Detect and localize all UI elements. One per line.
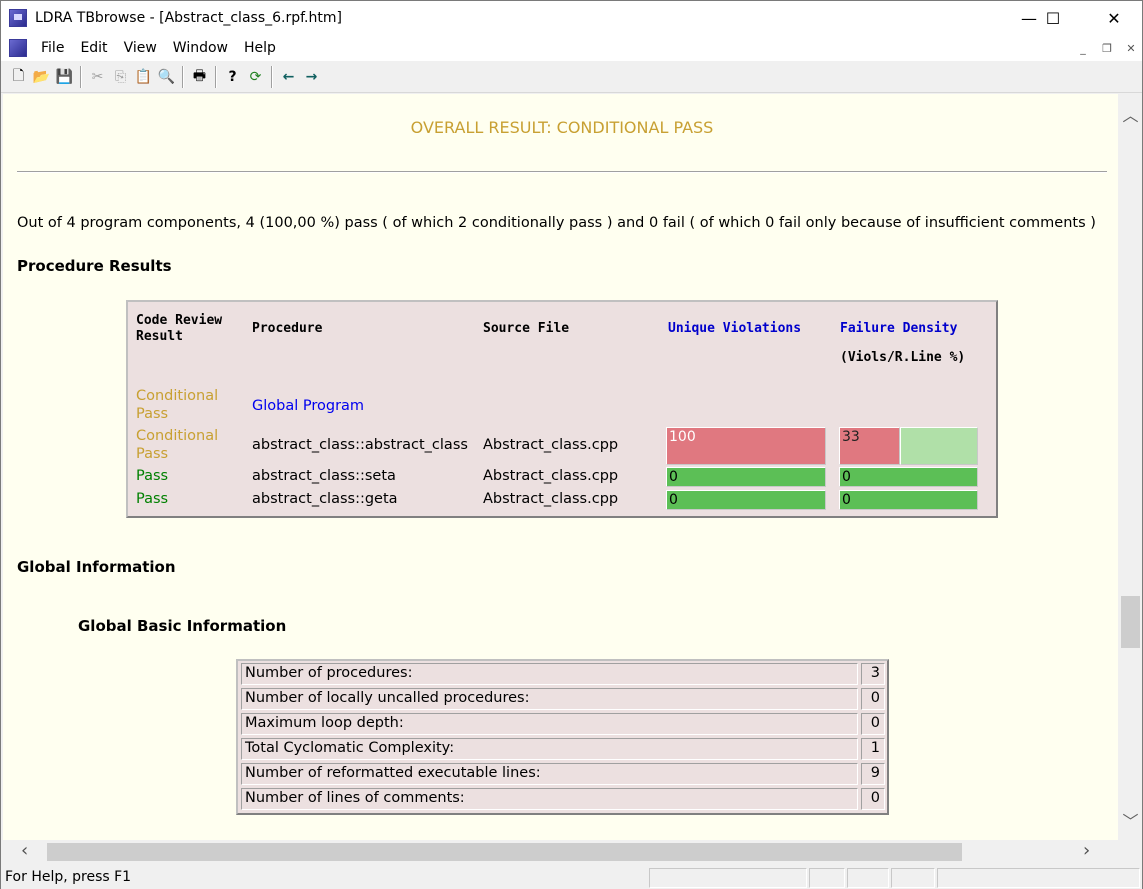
- procedure-results-table: Code Review Result Procedure Source File…: [126, 300, 998, 518]
- toolbar-separator: [271, 65, 273, 88]
- document-icon[interactable]: [9, 39, 27, 57]
- status-bar: For Help, press F1: [1, 866, 1142, 889]
- horizontal-scroll-thumb[interactable]: [47, 843, 962, 861]
- toolbar-separator: [80, 65, 82, 88]
- table-row: Maximum loop depth: 0: [241, 713, 885, 736]
- status-text: For Help, press F1: [5, 869, 132, 885]
- close-button[interactable]: ✕: [1091, 1, 1137, 35]
- app-icon[interactable]: [9, 9, 27, 27]
- scroll-down-icon[interactable]: ﹀: [1119, 808, 1142, 832]
- report-view: OVERALL RESULT: CONDITIONAL PASS Out of …: [3, 94, 1118, 840]
- status-pane: [649, 868, 807, 888]
- back-icon[interactable]: ←: [277, 66, 300, 88]
- divider: [17, 171, 1107, 173]
- menu-bar: File Edit View Window Help: [1, 35, 1142, 61]
- vertical-scroll-thumb[interactable]: [1121, 596, 1140, 648]
- procedure-cell: abstract_class::geta: [252, 491, 398, 507]
- menu-help[interactable]: Help: [236, 40, 284, 56]
- open-icon[interactable]: 📂: [30, 66, 53, 88]
- violations-bar: 100: [666, 427, 826, 465]
- result-cell: Pass: [136, 468, 169, 484]
- overall-result: OVERALL RESULT: CONDITIONAL PASS: [410, 118, 714, 137]
- summary-text: Out of 4 program components, 4 (100,00 %…: [17, 215, 1096, 231]
- density-bar-remainder: [900, 427, 978, 465]
- density-bar: 33: [839, 427, 900, 465]
- title-bar: LDRA TBbrowse - [Abstract_class_6.rpf.ht…: [1, 1, 1142, 35]
- menu-window[interactable]: Window: [165, 40, 236, 56]
- info-label: Total Cyclomatic Complexity:: [241, 738, 858, 760]
- global-information-heading: Global Information: [17, 558, 176, 576]
- window-title: LDRA TBbrowse - [Abstract_class_6.rpf.ht…: [35, 10, 342, 26]
- toolbar-separator: [215, 65, 217, 88]
- table-row: Number of reformatted executable lines: …: [241, 763, 885, 786]
- toolbar: 🗋 📂 💾 ✂ ⎘ 📋 🔍 🖶 ? ⟳ ← →: [1, 61, 1142, 93]
- header-failure-density[interactable]: Failure Density: [840, 321, 957, 337]
- info-label: Number of locally uncalled procedures:: [241, 688, 858, 710]
- info-value: 1: [861, 738, 885, 760]
- menu-file[interactable]: File: [33, 40, 72, 56]
- paste-icon[interactable]: 📋: [132, 66, 155, 88]
- status-pane: [891, 868, 935, 888]
- info-label: Maximum loop depth:: [241, 713, 858, 735]
- info-label: Number of reformatted executable lines:: [241, 763, 858, 785]
- density-bar: 0: [839, 490, 978, 510]
- status-pane: [847, 868, 889, 888]
- info-value: 9: [861, 763, 885, 785]
- procedure-results-heading: Procedure Results: [17, 257, 172, 275]
- app-window: LDRA TBbrowse - [Abstract_class_6.rpf.ht…: [0, 0, 1143, 889]
- table-row: Number of procedures: 3: [241, 663, 885, 686]
- copy-icon[interactable]: ⎘: [109, 66, 132, 88]
- header-density-unit: (Viols/R.Line %): [840, 350, 966, 365]
- header-unique-violations[interactable]: Unique Violations: [668, 321, 801, 337]
- procedure-cell: abstract_class::seta: [252, 468, 396, 484]
- density-bar: 0: [839, 467, 978, 487]
- print-icon[interactable]: 🖶: [188, 66, 211, 88]
- header-procedure: Procedure: [252, 321, 323, 336]
- table-row: Total Cyclomatic Complexity: 1: [241, 738, 885, 761]
- toolbar-separator: [182, 65, 184, 88]
- source-file-cell: Abstract_class.cpp: [483, 491, 619, 507]
- info-value: 0: [861, 788, 885, 810]
- vertical-scrollbar[interactable]: ︿ ﹀: [1119, 94, 1142, 840]
- maximize-button[interactable]: ☐: [1030, 1, 1076, 35]
- status-pane: [809, 868, 845, 888]
- scroll-left-icon[interactable]: ‹: [21, 840, 28, 861]
- header-source-file: Source File: [483, 321, 570, 336]
- horizontal-scrollbar[interactable]: ‹ ›: [3, 840, 1142, 864]
- global-basic-info-table: Number of procedures: 3 Number of locall…: [236, 659, 889, 815]
- info-label: Number of lines of comments:: [241, 788, 858, 810]
- procedure-link-global-program[interactable]: Global Program: [252, 397, 364, 415]
- procedure-cell: abstract_class::abstract_class: [252, 437, 468, 453]
- mdi-restore-button[interactable]: ❐: [1097, 39, 1117, 57]
- source-file-cell: Abstract_class.cpp: [483, 468, 619, 484]
- result-cell: Conditional Pass: [136, 388, 219, 422]
- refresh-icon[interactable]: ⟳: [244, 66, 267, 88]
- help-icon[interactable]: ?: [221, 66, 244, 88]
- mdi-minimize-button[interactable]: _: [1073, 39, 1093, 57]
- scroll-up-icon[interactable]: ︿: [1119, 102, 1142, 126]
- global-basic-information-heading: Global Basic Information: [78, 617, 287, 635]
- info-value: 3: [861, 663, 885, 685]
- result-cell: Conditional Pass: [136, 428, 219, 462]
- status-pane: [937, 868, 1140, 888]
- header-result: Code Review Result: [136, 313, 223, 344]
- result-cell: Pass: [136, 491, 169, 507]
- table-row: Number of lines of comments: 0: [241, 788, 885, 811]
- table-row: Number of locally uncalled procedures: 0: [241, 688, 885, 711]
- scroll-right-icon[interactable]: ›: [1083, 840, 1090, 861]
- save-icon[interactable]: 💾: [53, 66, 76, 88]
- mdi-close-button[interactable]: ✕: [1121, 39, 1141, 57]
- menu-view[interactable]: View: [116, 40, 165, 56]
- info-value: 0: [861, 713, 885, 735]
- cut-icon[interactable]: ✂: [86, 66, 109, 88]
- info-value: 0: [861, 688, 885, 710]
- find-icon[interactable]: 🔍: [155, 66, 178, 88]
- menu-edit[interactable]: Edit: [72, 40, 115, 56]
- source-file-cell: Abstract_class.cpp: [483, 437, 619, 453]
- violations-bar: 0: [666, 467, 826, 487]
- forward-icon[interactable]: →: [300, 66, 323, 88]
- violations-bar: 0: [666, 490, 826, 510]
- info-label: Number of procedures:: [241, 663, 858, 685]
- new-icon[interactable]: 🗋: [7, 66, 30, 88]
